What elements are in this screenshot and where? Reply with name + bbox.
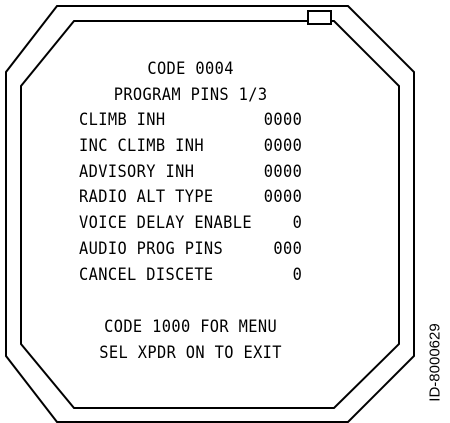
row-value: 0000: [263, 187, 303, 206]
row-value: 000: [273, 239, 303, 258]
row-cancel-discete: CANCEL DISCETE 0: [79, 265, 302, 285]
row-radio-alt-type: RADIO ALT TYPE 0000: [79, 187, 302, 207]
row-label: CLIMB INH: [79, 110, 166, 129]
menu-instruction: CODE 1000 FOR MENU: [104, 317, 278, 336]
program-pins-page-line: PROGRAM PINS 1/3: [113, 85, 268, 104]
indicator-light-icon: [307, 10, 332, 25]
row-value: 0000: [263, 162, 303, 181]
row-value: 0: [292, 213, 303, 232]
row-value: 0: [292, 265, 303, 284]
row-label: VOICE DELAY ENABLE: [79, 213, 252, 232]
row-label: RADIO ALT TYPE: [79, 187, 214, 206]
row-label: CANCEL DISCETE: [79, 265, 214, 284]
row-audio-prog-pins: AUDIO PROG PINS 000: [79, 239, 302, 259]
code-line: CODE 0004: [147, 59, 234, 78]
row-label: ADVISORY INH: [79, 162, 195, 181]
row-advisory-inh: ADVISORY INH 0000: [79, 162, 302, 182]
figure-id-label: ID-8000629: [420, 308, 450, 416]
row-value: 0000: [263, 136, 303, 155]
row-label: INC CLIMB INH: [79, 136, 204, 155]
row-label: AUDIO PROG PINS: [79, 239, 224, 258]
row-value: 0000: [263, 110, 303, 129]
figure-id-text: ID-8000629: [426, 322, 444, 402]
row-voice-delay-enable: VOICE DELAY ENABLE 0: [79, 213, 302, 233]
row-climb-inh: CLIMB INH 0000: [79, 110, 302, 130]
row-inc-climb-inh: INC CLIMB INH 0000: [79, 136, 302, 156]
exit-instruction: SEL XPDR ON TO EXIT: [99, 343, 282, 362]
